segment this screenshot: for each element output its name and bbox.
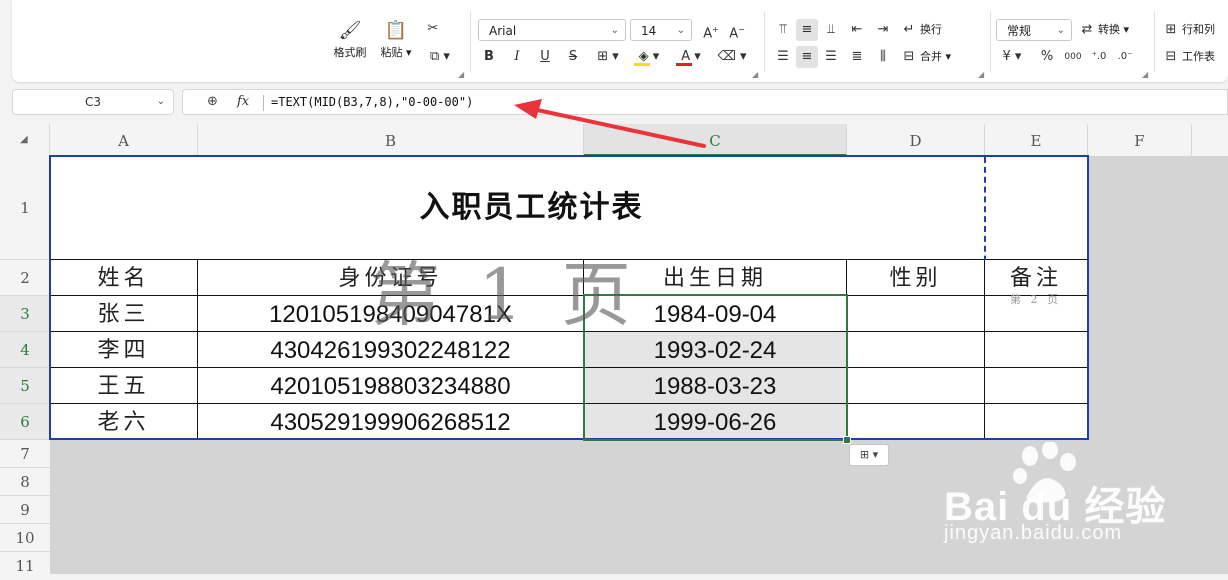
annotation-arrow <box>514 99 706 148</box>
